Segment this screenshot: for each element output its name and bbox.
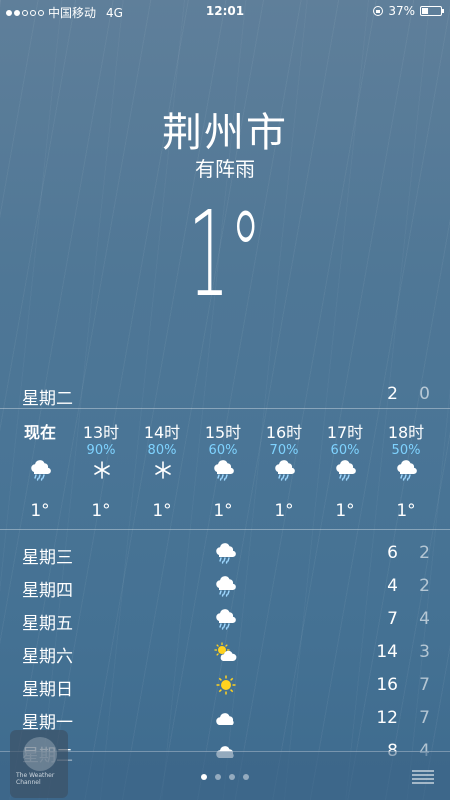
- hour-temperature: 1°: [152, 501, 172, 521]
- status-bar: 中国移动 4G 12:01 37%: [0, 0, 450, 22]
- hour-label: 1: [437, 419, 450, 438]
- rain-cloud-icon: [272, 459, 298, 481]
- hour-label: 15时: [204, 423, 242, 442]
- rain-cloud-icon: [213, 575, 239, 597]
- day-name: 星期四: [22, 581, 73, 601]
- hour-temperature: 1°: [396, 501, 416, 521]
- city-list-icon[interactable]: [412, 770, 434, 784]
- day-high: 14: [376, 642, 398, 662]
- day-name: 星期日: [22, 680, 73, 700]
- battery-percent: 37%: [388, 4, 415, 18]
- page-dot[interactable]: [201, 774, 207, 780]
- day-name: 星期三: [22, 548, 73, 568]
- status-right: 37%: [373, 4, 444, 18]
- precipitation-chance: 60%: [330, 443, 360, 458]
- day-name: 星期五: [22, 614, 73, 634]
- day-low: 2: [419, 576, 430, 596]
- page-indicator[interactable]: [0, 774, 450, 780]
- today-day-name: 星期二: [22, 389, 73, 409]
- today-high: 2: [387, 384, 398, 404]
- day-high: 7: [387, 609, 398, 629]
- today-summary: 星期二 2 0: [0, 384, 450, 409]
- precipitation-chance: 50%: [391, 443, 421, 458]
- hour-label: 17时: [326, 423, 364, 442]
- weather-condition: 有阵雨: [195, 157, 255, 181]
- rain-cloud-icon: [394, 459, 420, 481]
- hour-temperature: 1°: [274, 501, 294, 521]
- current-temperature: 1°: [188, 185, 262, 323]
- hour-label: 现在: [23, 423, 56, 442]
- hour-temperature: 1°: [91, 501, 111, 521]
- rain-cloud-icon: [333, 459, 359, 481]
- hour-temperature: 1°: [30, 501, 50, 521]
- snowflake-icon: [89, 459, 115, 481]
- battery-icon: [420, 6, 444, 16]
- precipitation-chance: 80%: [147, 443, 177, 458]
- cloud-icon: [213, 707, 239, 729]
- daily-row: 星期六 14 3: [0, 637, 450, 670]
- rain-cloud-icon: [213, 542, 239, 564]
- day-low: 3: [419, 642, 430, 662]
- daily-row: 星期日 16 7: [0, 670, 450, 703]
- rotation-lock-icon: [373, 6, 384, 16]
- hour-temperature: 1°: [335, 501, 355, 521]
- hour-label: 13时: [82, 423, 120, 442]
- hour-label: 14时: [143, 423, 181, 442]
- daily-row: 星期五 7 4: [0, 604, 450, 637]
- page-dot[interactable]: [229, 774, 235, 780]
- logo-circle-icon: [23, 737, 57, 771]
- day-low: 7: [419, 675, 430, 695]
- day-low: 4: [419, 609, 430, 629]
- rain-cloud-icon: [28, 459, 54, 481]
- daily-row: 星期三 6 2: [0, 538, 450, 571]
- bottom-bar: The Weather Channel: [0, 730, 450, 800]
- sun-icon: [213, 674, 239, 696]
- day-high: 6: [387, 543, 398, 563]
- page-dot[interactable]: [215, 774, 221, 780]
- precipitation-chance: 60%: [208, 443, 238, 458]
- weather-channel-logo[interactable]: The Weather Channel: [10, 730, 68, 798]
- day-high: 4: [387, 576, 398, 596]
- snowflake-icon: [150, 459, 176, 481]
- precipitation-chance: 70%: [269, 443, 299, 458]
- hour-label: 18时: [387, 423, 425, 442]
- today-low: 0: [419, 384, 430, 404]
- hour-temperature: 1°: [213, 501, 233, 521]
- hourly-forecast[interactable]: 现在 1° 13时 90% 1° 14时 80% 1° 15时 60% 1° 16时 70% 1° 17时 6…: [0, 408, 450, 530]
- rain-cloud-icon: [213, 608, 239, 630]
- city-name: 荆州市: [162, 110, 288, 156]
- day-low: 2: [419, 543, 430, 563]
- daily-row: 星期一 12 7: [0, 703, 450, 736]
- precipitation-chance: 90%: [86, 443, 116, 458]
- partly-sunny-icon: [213, 641, 239, 663]
- hour-label: 16时: [265, 423, 303, 442]
- page-dot[interactable]: [243, 774, 249, 780]
- day-high: 12: [376, 708, 398, 728]
- rain-cloud-icon: [211, 459, 237, 481]
- day-high: 16: [376, 675, 398, 695]
- day-low: 7: [419, 708, 430, 728]
- day-name: 星期六: [22, 647, 73, 667]
- daily-row: 星期四 4 2: [0, 571, 450, 604]
